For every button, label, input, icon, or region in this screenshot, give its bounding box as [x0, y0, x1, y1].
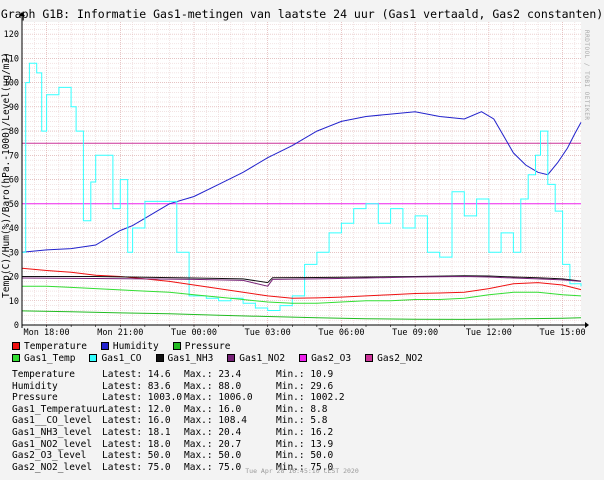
stat-latest: Latest: 18.0 — [102, 438, 171, 450]
stat-name: Gas1_NH3_level — [12, 426, 93, 438]
x-tick-label: Mon 21:00 — [97, 328, 143, 338]
legend-swatch — [299, 354, 308, 362]
stat-latest: Latest: 83.6 — [102, 380, 171, 392]
legend-label: Gas1_NO2 — [239, 352, 286, 364]
x-tick-label: Tue 12:00 — [466, 328, 512, 338]
stat-name: Gas1__CO_level — [12, 415, 93, 427]
stat-max: Max.: 23.4 — [184, 369, 242, 380]
stat-min: Min.: 1002.2 — [276, 392, 345, 404]
stat-latest: Latest: 16.0 — [102, 415, 171, 427]
legend-label: Gas1_Temp — [24, 352, 76, 364]
y-tick-label: 10 — [9, 297, 19, 307]
legend-item: Gas1_Temp — [12, 353, 75, 364]
legend-label: Pressure — [184, 340, 231, 352]
legend-row: Gas1_Temp Gas1_CO Gas1_NH3 Gas1_NO2 Gas2_O3 G… — [12, 352, 437, 364]
y-tick-label: 70 — [9, 151, 19, 161]
statistics-table: Temperature Latest: 14.6 Max.: 23.4 Min.: 1… — [12, 369, 356, 473]
x-tick-label: Mon 18:00 — [24, 328, 70, 338]
legend-label: Gas2_O3 — [311, 352, 352, 364]
stat-latest: Latest: 14.6 — [102, 369, 171, 380]
legend-row: Temperature Humidity Pressure — [12, 340, 437, 352]
x-tick-label: Tue 03:00 — [245, 328, 291, 338]
stat-name: Humidity — [12, 380, 58, 392]
legend-swatch — [100, 342, 109, 350]
stat-name: Gas2_O3_level — [12, 450, 87, 462]
y-tick-label: 0 — [14, 321, 19, 331]
stat-row: Gas1__CO_level Latest: 16.0 Max.: 108.4 Min… — [12, 415, 356, 427]
stat-min: Min.: 50.0 — [276, 450, 334, 462]
stat-min: Min.: 29.6 — [276, 380, 334, 392]
legend-item: Gas1_CO — [89, 352, 142, 364]
chart-plot: 0 10 20 30 40 50 60 70 80 90 100 110 120 Mon 18:00 Mon… — [4, 12, 589, 338]
legend-item: Gas1_NO2 — [227, 353, 285, 364]
stat-max: Max.: 88.0 — [184, 380, 242, 392]
legend-label: Gas1_CO — [101, 352, 142, 364]
y-tick-label: 110 — [4, 54, 19, 64]
legend-label: Gas2_NO2 — [377, 352, 423, 364]
y-tick-label: 50 — [9, 200, 19, 210]
stat-name: Pressure — [12, 392, 58, 404]
x-tick-label: Tue 09:00 — [392, 328, 438, 338]
stat-name: Gas1_Temperatuur — [12, 403, 104, 415]
chart-legend: Temperature Humidity Pressure Gas1_Temp Gas1… — [12, 340, 437, 364]
stat-row: Humidity Latest: 83.6 Max.: 88.0 Min.: 29.6 — [12, 381, 356, 393]
stat-max: Max.: 16.0 — [184, 403, 242, 415]
stat-min: Min.: 5.8 — [276, 415, 328, 427]
y-tick-label: 80 — [9, 127, 19, 137]
stat-min: Min.: 10.9 — [276, 369, 334, 380]
y-tick-label: 60 — [9, 176, 19, 186]
stat-latest: Latest: 1003.0 — [102, 392, 183, 404]
legend-item: Humidity — [100, 340, 159, 352]
legend-item: Temperature — [12, 341, 87, 352]
stat-max: Max.: 1006.0 — [184, 392, 253, 404]
legend-swatch — [155, 354, 164, 362]
timestamp-footer: Tue Apr 28 16:45:10 CEST 2020 — [245, 467, 359, 475]
legend-label: Temperature — [24, 340, 87, 352]
legend-item: Gas2_NO2 — [365, 353, 423, 364]
stat-min: Min.: 8.8 — [276, 403, 328, 415]
legend-swatch — [365, 354, 374, 362]
stat-max: Max.: 50.0 — [184, 450, 242, 462]
stat-latest: Latest: 50.0 — [102, 450, 171, 462]
stat-row: Temperature Latest: 14.6 Max.: 23.4 Min.: 1… — [12, 369, 356, 381]
legend-swatch — [12, 342, 20, 350]
stat-row: Gas1_Temperatuur Latest: 12.0 Max.: 16.0 Mi… — [12, 404, 356, 416]
y-tick-label: 30 — [9, 248, 19, 258]
stat-name: Gas1_NO2_level — [12, 438, 93, 450]
legend-label: Humidity — [112, 340, 159, 352]
legend-item: Pressure — [172, 340, 231, 352]
stat-max: Max.: 20.7 — [184, 438, 242, 450]
legend-swatch — [172, 342, 181, 350]
stat-latest: Latest: 12.0 — [102, 403, 171, 415]
x-tick-label: Tue 15:00 — [540, 328, 586, 338]
x-tick-label: Tue 06:00 — [318, 328, 364, 338]
stat-latest: Latest: 18.1 — [102, 426, 171, 438]
legend-swatch — [12, 354, 20, 362]
stat-max: Max.: 20.4 — [184, 426, 242, 438]
y-axis-arrow — [19, 12, 25, 16]
x-tick-label: Tue 00:00 — [171, 328, 217, 338]
stat-row: Gas1_NO2_level Latest: 18.0 Max.: 20.7 Min.… — [12, 439, 356, 451]
legend-item: Gas2_O3 — [299, 353, 351, 364]
legend-swatch — [227, 354, 236, 362]
y-tick-label: 40 — [9, 224, 19, 234]
y-tick-label: 120 — [4, 30, 19, 40]
stat-row: Pressure Latest: 1003.0 Max.: 1006.0 Min.: … — [12, 392, 356, 404]
y-tick-label: 100 — [4, 79, 19, 89]
stat-row: Gas2_O3_level Latest: 50.0 Max.: 50.0 Min.:… — [12, 450, 356, 462]
stat-min: Min.: 16.2 — [276, 426, 334, 438]
legend-item: Gas1_NH3 — [155, 352, 214, 364]
y-tick-label: 20 — [9, 273, 19, 283]
stat-row: Gas1_NH3_level Latest: 18.1 Max.: 20.4 Min.… — [12, 427, 356, 439]
stat-name: Temperature — [12, 369, 75, 380]
legend-swatch — [89, 354, 98, 362]
y-tick-label: 90 — [9, 103, 19, 113]
stat-min: Min.: 13.9 — [276, 438, 334, 450]
legend-label: Gas1_NH3 — [167, 352, 214, 364]
stat-max: Max.: 108.4 — [184, 415, 247, 427]
x-axis-arrow — [585, 322, 589, 328]
